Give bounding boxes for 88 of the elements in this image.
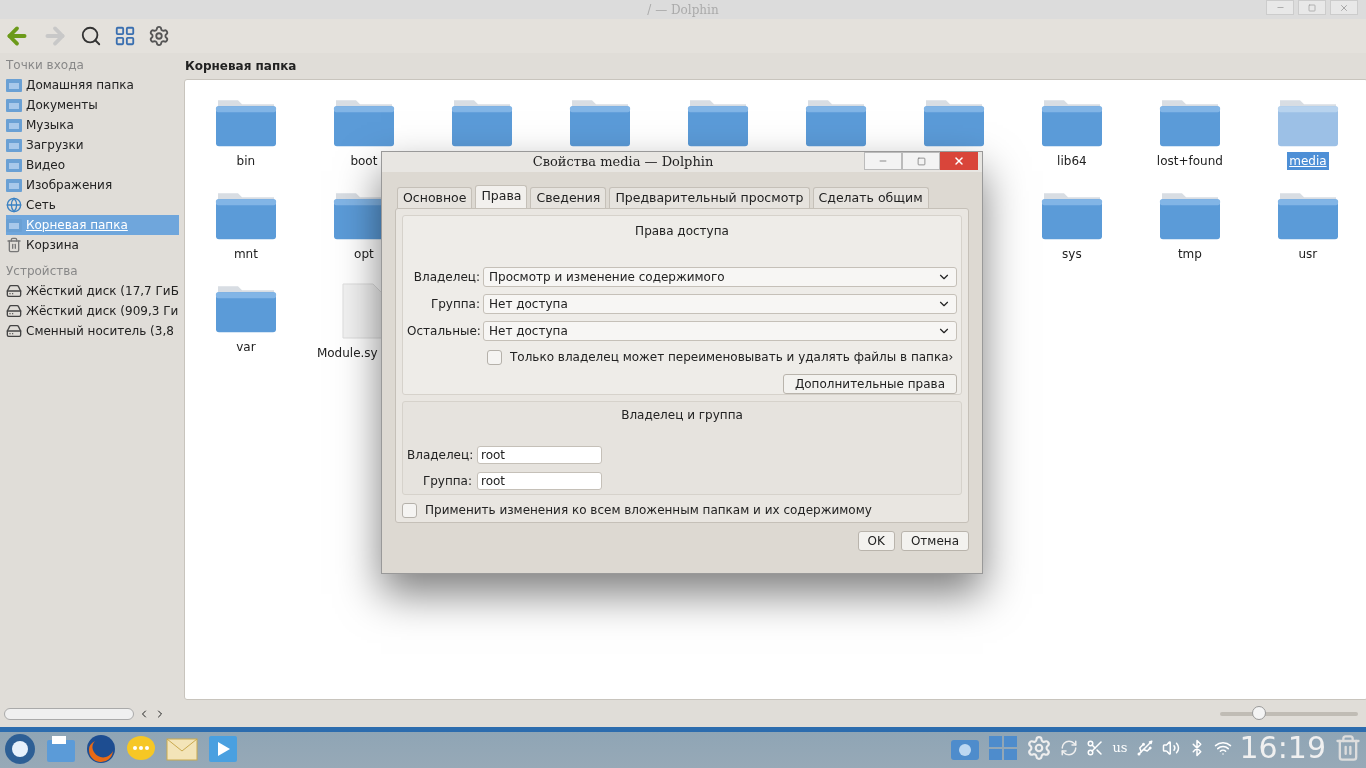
folder-icon <box>6 218 22 232</box>
mail-icon[interactable] <box>166 736 198 762</box>
usb-icon[interactable] <box>1135 739 1154 757</box>
maximize-icon <box>1308 3 1316 12</box>
sidebar-item[interactable]: Изображения <box>6 175 179 195</box>
close-icon <box>953 155 965 167</box>
field-label: Остальные: <box>407 322 482 340</box>
checkbox-label: Только владелец может переименовывать и удалять файлы в папка› <box>510 349 954 366</box>
checkbox-label: Применить изменения ко всем вложенным папкам и их содержимому <box>425 502 872 519</box>
maximize-icon <box>916 156 926 166</box>
field-label: Владелец: <box>407 447 475 464</box>
folder-icon[interactable] <box>46 735 76 763</box>
sidebar-item[interactable]: Жёсткий диск (909,3 Ги <box>6 301 179 321</box>
checkbox[interactable] <box>487 349 502 365</box>
tab[interactable]: Предварительный просмотр <box>609 187 810 208</box>
tab[interactable]: Основное <box>397 187 473 208</box>
folder-icon <box>6 178 22 192</box>
close-icon <box>1339 2 1349 13</box>
zoom-slider-thumb[interactable] <box>1251 705 1266 720</box>
sidebar-item[interactable]: Загрузки <box>6 135 179 155</box>
trash-icon[interactable] <box>1334 734 1362 762</box>
browser-icon[interactable] <box>86 734 116 764</box>
horizontal-scrollbar[interactable] <box>4 707 134 720</box>
section-heading: Владелец и группа <box>620 407 744 424</box>
file-item[interactable]: tmp <box>1157 189 1222 264</box>
location-title: Корневая папка <box>183 58 298 75</box>
minimize-button[interactable] <box>864 152 902 170</box>
view-mode-icon[interactable] <box>114 25 136 47</box>
field-label: Группа: <box>429 296 481 314</box>
close-button[interactable] <box>1330 0 1358 15</box>
sidebar-item[interactable]: Домашняя папка <box>6 75 179 95</box>
settings-icon[interactable] <box>148 25 170 47</box>
sidebar-item[interactable]: Корзина <box>6 235 179 255</box>
maximize-button[interactable] <box>902 152 940 170</box>
refresh-icon[interactable] <box>1060 739 1079 757</box>
trash-icon <box>6 237 22 253</box>
drive-icon <box>6 323 22 339</box>
field-label: Группа: <box>421 473 473 490</box>
folder-icon <box>6 138 22 152</box>
file-item[interactable]: mnt <box>213 189 278 264</box>
file-item[interactable]: bin <box>213 96 278 171</box>
scissors-icon[interactable] <box>1086 739 1105 757</box>
dialog-button[interactable]: Отмена <box>900 531 969 551</box>
sidebar-item[interactable]: Видео <box>6 155 179 175</box>
section-heading: Устройства <box>6 263 79 280</box>
close-button[interactable] <box>940 152 978 170</box>
search-icon[interactable] <box>80 25 102 47</box>
drive-icon <box>6 303 22 319</box>
section-heading: Права доступа <box>634 223 730 240</box>
folder-icon <box>6 158 22 172</box>
file-item[interactable]: lost+found <box>1154 96 1225 171</box>
minimize-button[interactable] <box>1266 0 1294 15</box>
file-item[interactable]: boot <box>331 96 396 171</box>
globe-icon <box>6 197 22 213</box>
tab[interactable]: Сделать общим <box>812 187 929 208</box>
windows-icon[interactable] <box>988 735 1019 761</box>
file-item[interactable]: var <box>213 282 278 357</box>
sidebar-item[interactable]: Документы <box>6 95 179 115</box>
folder-icon <box>6 78 22 92</box>
section-heading: Точки входа <box>6 57 85 74</box>
sidebar-item[interactable]: Жёсткий диск (17,7 ГиБ <box>6 281 179 301</box>
volume-icon[interactable] <box>1161 739 1180 757</box>
wifi-icon[interactable] <box>1213 739 1232 757</box>
checkbox[interactable] <box>402 502 417 518</box>
file-item[interactable]: usr <box>1275 189 1340 264</box>
sidebar-item[interactable]: Музыка <box>6 115 179 135</box>
permission-dropdown[interactable]: Просмотр и изменение содержимого <box>483 267 957 288</box>
file-item[interactable]: Module.sy <box>304 282 385 362</box>
input-field[interactable]: root <box>477 472 602 490</box>
tab[interactable]: Права <box>475 185 528 208</box>
file-item[interactable]: lib64 <box>1039 96 1104 171</box>
field-label: Владелец: <box>412 269 481 287</box>
sidebar-item[interactable]: Сменный носитель (3,8 <box>6 321 179 341</box>
dialog-button[interactable]: OK <box>857 531 895 551</box>
dialog-title: Свойства media — Dolphin <box>532 153 714 172</box>
maximize-button[interactable] <box>1298 0 1326 15</box>
media-player-icon[interactable] <box>208 735 238 763</box>
drive-icon <box>6 283 22 299</box>
permission-dropdown[interactable]: Нет доступа <box>483 320 957 341</box>
launcher-icon[interactable] <box>4 733 36 765</box>
permission-dropdown[interactable]: Нет доступа <box>483 294 957 315</box>
tab[interactable]: Сведения <box>530 187 607 208</box>
file-item[interactable]: sys <box>1039 189 1104 264</box>
folder-icon <box>6 118 22 132</box>
input-field[interactable]: root <box>477 446 602 464</box>
folder-icon <box>6 98 22 112</box>
sidebar-item[interactable]: Сеть <box>6 195 179 215</box>
advanced-permissions-button[interactable]: Дополнительные права <box>782 374 957 394</box>
